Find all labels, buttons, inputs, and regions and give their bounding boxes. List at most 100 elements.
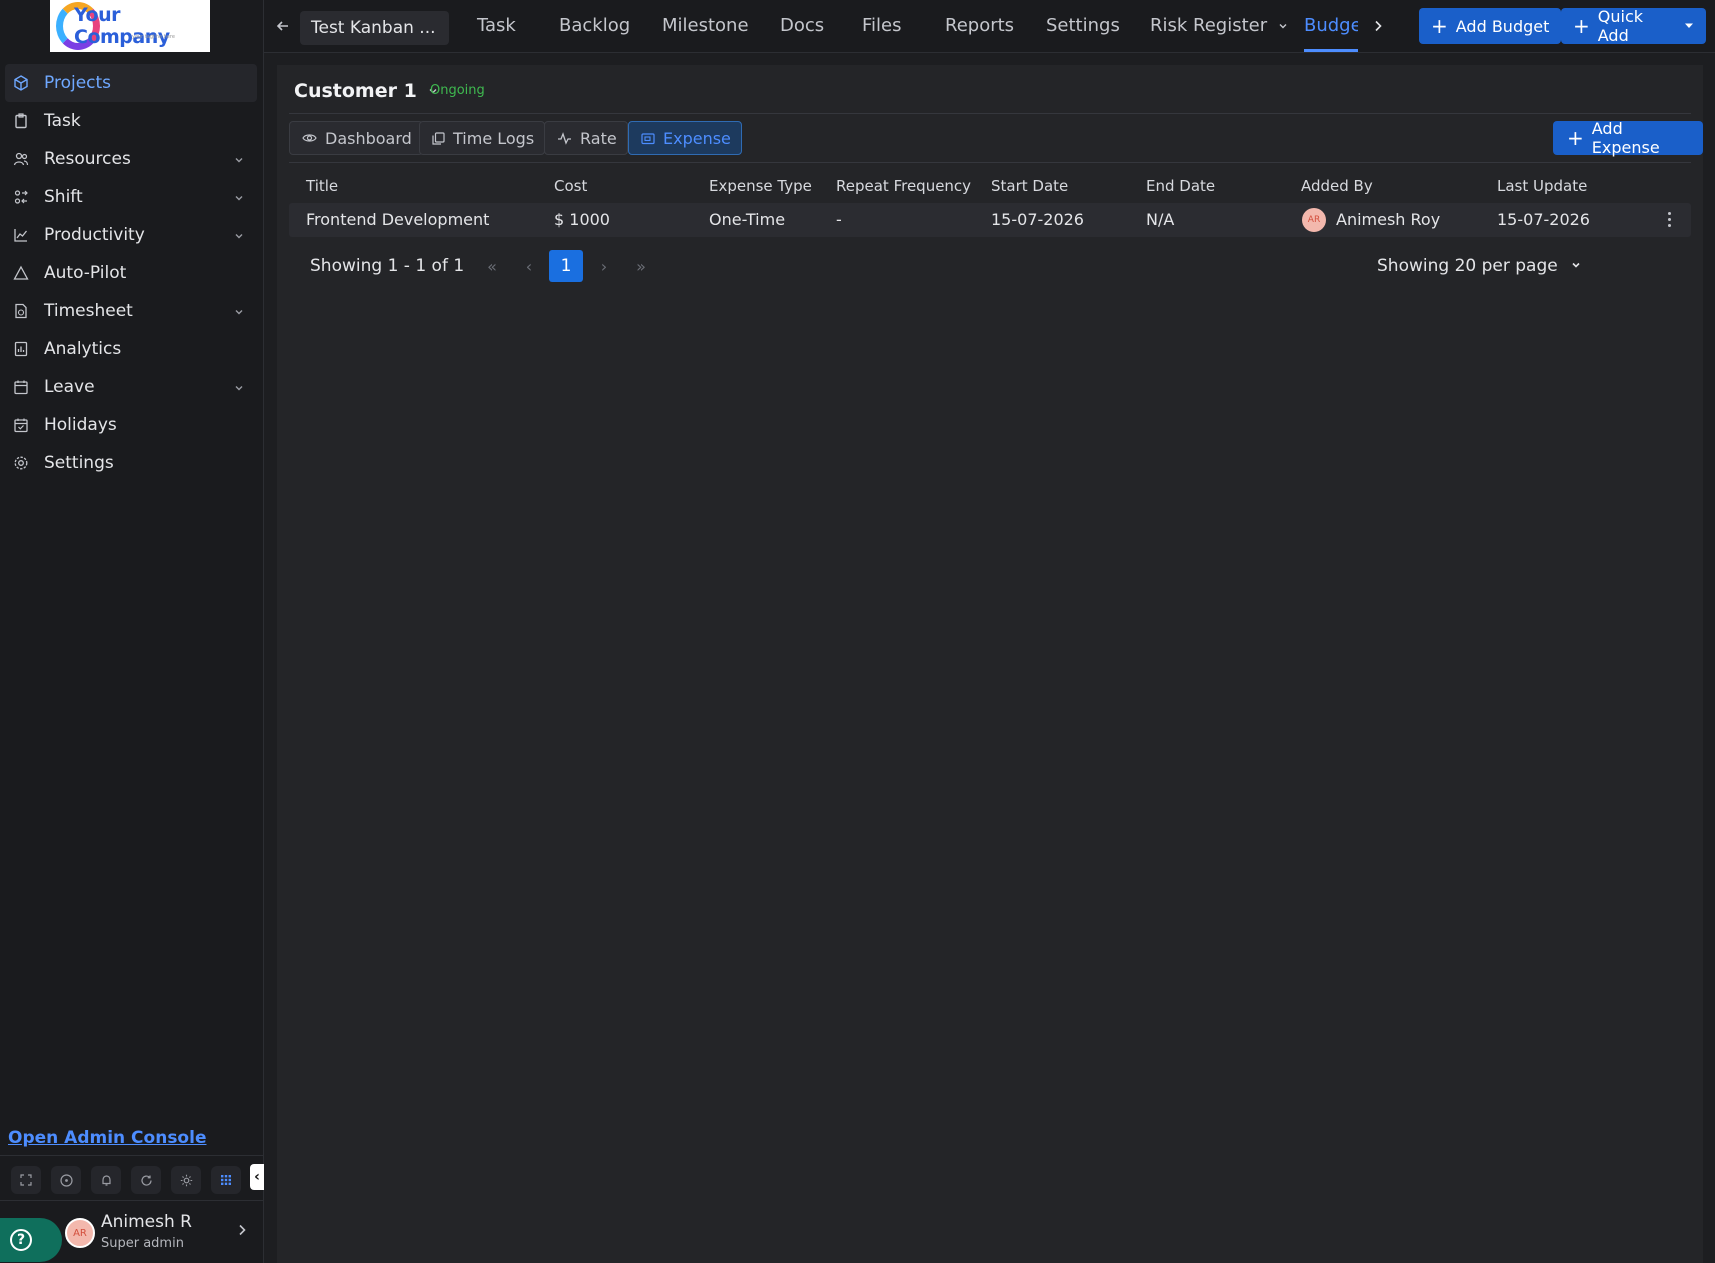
brand-name: Your Company bbox=[74, 4, 170, 48]
column-header[interactable]: Cost bbox=[554, 177, 587, 195]
sidebar-item-projects[interactable]: Projects bbox=[5, 64, 257, 102]
column-header[interactable]: End Date bbox=[1146, 177, 1215, 195]
avatar[interactable]: AR bbox=[65, 1218, 95, 1248]
project-selector[interactable]: Test Kanban ... bbox=[300, 11, 449, 45]
column-header[interactable]: Added By bbox=[1301, 177, 1373, 195]
sidebar-item-label: Auto-Pilot bbox=[44, 263, 127, 283]
app-window: Your Company your tagline here Projects … bbox=[0, 0, 1715, 1263]
cell-end-date: N/A bbox=[1146, 210, 1175, 229]
column-header[interactable]: Repeat Frequency bbox=[836, 177, 971, 195]
cell-repeat-frequency: - bbox=[836, 210, 842, 229]
table-header: Title Cost Expense Type Repeat Frequency… bbox=[289, 169, 1691, 203]
subtab-expense[interactable]: Expense bbox=[628, 121, 742, 155]
plus-icon: + bbox=[1573, 14, 1590, 38]
tab-risk-register-label: Risk Register bbox=[1150, 15, 1268, 36]
sidebar-item-label: Productivity bbox=[44, 225, 145, 245]
chevron-right-icon[interactable] bbox=[1372, 18, 1384, 37]
help-circle-icon[interactable] bbox=[51, 1166, 81, 1194]
help-button[interactable]: ? bbox=[0, 1218, 62, 1262]
refresh-icon[interactable] bbox=[131, 1166, 161, 1194]
add-budget-button[interactable]: + Add Budget bbox=[1419, 8, 1562, 44]
tab-task[interactable]: Task bbox=[477, 15, 516, 36]
chevron-down-icon bbox=[233, 379, 245, 399]
column-header[interactable]: Expense Type bbox=[709, 177, 812, 195]
pagination-summary: Showing 1 - 1 of 1 bbox=[310, 256, 465, 276]
plus-icon: + bbox=[1431, 14, 1448, 38]
status-badge: Ongoing bbox=[430, 83, 485, 98]
sidebar-item-task[interactable]: Task bbox=[5, 102, 257, 140]
sidebar-item-analytics[interactable]: Analytics bbox=[5, 330, 257, 368]
quick-add-button[interactable]: + Quick Add bbox=[1561, 7, 1706, 45]
cell-start-date: 15-07-2026 bbox=[991, 210, 1084, 229]
sidebar-item-timesheet[interactable]: Timesheet bbox=[5, 292, 257, 330]
sidebar-item-auto-pilot[interactable]: Auto-Pilot bbox=[5, 254, 257, 292]
last-page-icon[interactable]: » bbox=[626, 250, 656, 282]
next-page-icon[interactable]: › bbox=[589, 250, 619, 282]
chevron-down-icon bbox=[233, 189, 245, 209]
apps-grid-icon[interactable] bbox=[211, 1166, 241, 1194]
clipboard-icon bbox=[13, 113, 29, 129]
tab-risk-register[interactable]: Risk Register bbox=[1150, 15, 1289, 37]
tab-docs[interactable]: Docs bbox=[780, 15, 824, 36]
subtab-label: Expense bbox=[663, 128, 731, 148]
sidebar-item-label: Settings bbox=[44, 453, 114, 473]
customer-selector[interactable]: Customer 1 bbox=[294, 80, 439, 102]
caret-down-icon[interactable] bbox=[1684, 22, 1694, 30]
triangle-icon bbox=[13, 265, 29, 281]
sidebar-item-leave[interactable]: Leave bbox=[5, 368, 257, 406]
column-header[interactable]: Title bbox=[306, 177, 338, 195]
column-header[interactable]: Last Update bbox=[1497, 177, 1587, 195]
subtab-dashboard[interactable]: Dashboard bbox=[289, 121, 423, 155]
open-admin-console-link[interactable]: Open Admin Console bbox=[8, 1128, 206, 1148]
wallet-icon bbox=[641, 132, 655, 145]
tab-backlog[interactable]: Backlog bbox=[559, 15, 630, 36]
sidebar-item-shift[interactable]: Shift bbox=[5, 178, 257, 216]
cell-added-by: Animesh Roy bbox=[1336, 210, 1441, 229]
sidebar-item-settings[interactable]: Settings bbox=[5, 444, 257, 482]
chevron-down-icon bbox=[233, 151, 245, 171]
shift-icon bbox=[13, 189, 29, 205]
sidebar-item-productivity[interactable]: Productivity bbox=[5, 216, 257, 254]
subtab-rate[interactable]: Rate bbox=[544, 121, 628, 155]
subtab-time-logs[interactable]: Time Logs bbox=[419, 121, 546, 155]
people-icon bbox=[13, 151, 29, 167]
budget-panel: Customer 1 Ongoing Dashboard Time Logs R… bbox=[277, 65, 1703, 1263]
more-options-icon[interactable] bbox=[1667, 212, 1673, 230]
tab-budget[interactable]: Budget bbox=[1304, 15, 1358, 36]
chevron-right-icon[interactable] bbox=[236, 1222, 248, 1241]
user-role: Super admin bbox=[101, 1236, 184, 1251]
table-row[interactable]: Frontend Development $ 1000 One-Time - 1… bbox=[289, 203, 1691, 237]
prev-page-icon[interactable]: ‹ bbox=[514, 250, 544, 282]
sidebar-item-holidays[interactable]: Holidays bbox=[5, 406, 257, 444]
calendar-check-icon bbox=[13, 417, 29, 433]
sidebar-item-resources[interactable]: Resources bbox=[5, 140, 257, 178]
back-arrow-icon[interactable] bbox=[276, 18, 290, 37]
tab-reports[interactable]: Reports bbox=[945, 15, 1014, 36]
cube-icon bbox=[13, 75, 29, 91]
subtab-label: Rate bbox=[580, 128, 617, 148]
sidebar-item-label: Resources bbox=[44, 149, 131, 169]
expense-table: Title Cost Expense Type Repeat Frequency… bbox=[289, 169, 1691, 237]
page-number-button[interactable]: 1 bbox=[549, 250, 583, 282]
chevron-down-icon bbox=[1277, 16, 1289, 37]
tab-milestone[interactable]: Milestone bbox=[662, 15, 749, 36]
fullscreen-icon[interactable] bbox=[11, 1166, 41, 1194]
tab-files[interactable]: Files bbox=[862, 15, 902, 36]
collapse-sidebar-icon[interactable]: ‹ bbox=[250, 1164, 264, 1190]
sidebar-item-label: Analytics bbox=[44, 339, 122, 359]
bell-icon[interactable] bbox=[91, 1166, 121, 1194]
user-name[interactable]: Animesh R bbox=[101, 1212, 192, 1232]
add-expense-button[interactable]: + Add Expense bbox=[1553, 119, 1703, 157]
first-page-icon[interactable]: « bbox=[477, 250, 507, 282]
per-page-selector[interactable]: Showing 20 per page bbox=[1377, 256, 1582, 276]
sun-icon[interactable] bbox=[171, 1166, 201, 1194]
tab-budget-container: Budget bbox=[1304, 0, 1358, 53]
chevron-down-icon bbox=[233, 303, 245, 323]
add-budget-label: Add Budget bbox=[1455, 16, 1550, 36]
tab-settings[interactable]: Settings bbox=[1046, 15, 1120, 36]
company-logo[interactable]: Your Company your tagline here bbox=[50, 0, 210, 52]
project-topbar: Test Kanban ... Task Backlog Milestone D… bbox=[264, 0, 1715, 53]
column-header[interactable]: Start Date bbox=[991, 177, 1068, 195]
question-icon: ? bbox=[10, 1229, 32, 1251]
cell-expense-type: One-Time bbox=[709, 210, 786, 229]
